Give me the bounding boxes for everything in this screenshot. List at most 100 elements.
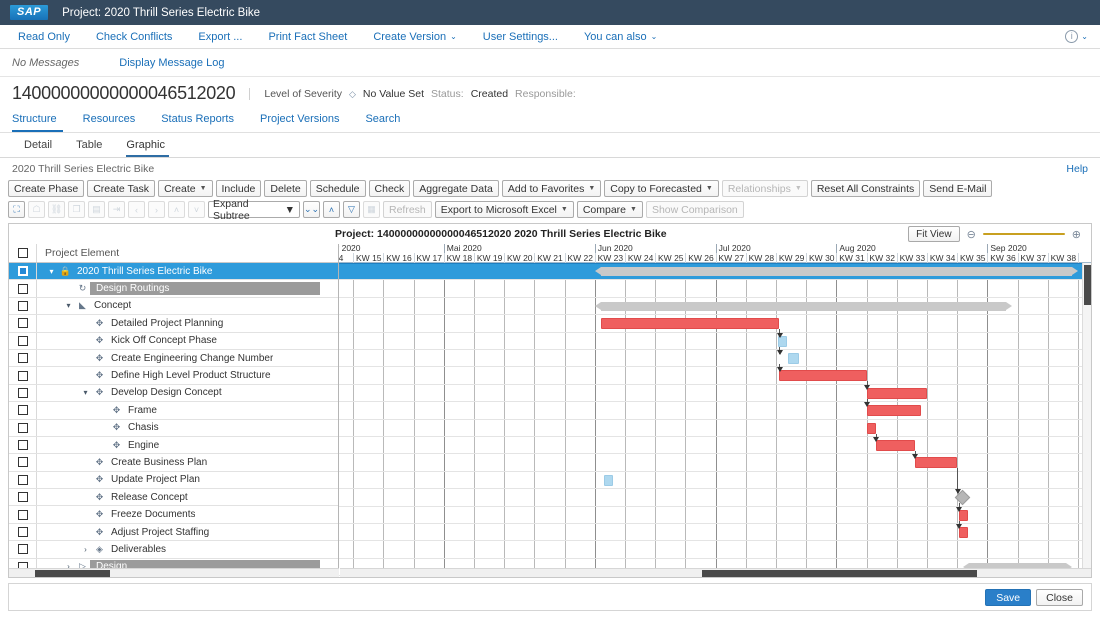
gantt-bar[interactable] bbox=[876, 440, 915, 451]
help-link[interactable]: Help bbox=[1066, 163, 1088, 175]
row-select-cell[interactable] bbox=[9, 402, 37, 418]
include-button[interactable]: Include bbox=[216, 180, 262, 197]
fullscreen-icon[interactable]: ⛶ bbox=[8, 201, 25, 218]
reset-all-constraints-button[interactable]: Reset All Constraints bbox=[811, 180, 920, 197]
aggregate-data-button[interactable]: Aggregate Data bbox=[413, 180, 499, 197]
collapse-all-icon[interactable]: ˄ bbox=[323, 201, 340, 218]
magnifier-minus-icon[interactable]: ⊖ bbox=[967, 228, 976, 241]
row-select-cell[interactable] bbox=[9, 298, 37, 314]
action-you-can-also[interactable]: You can also ⌄ bbox=[584, 31, 671, 43]
gantt-bar[interactable] bbox=[788, 353, 799, 364]
row-select-cell[interactable] bbox=[9, 333, 37, 349]
close-button[interactable]: Close bbox=[1036, 589, 1083, 606]
row-select-cell[interactable] bbox=[9, 489, 37, 505]
schedule-button[interactable]: Schedule bbox=[310, 180, 366, 197]
action-export[interactable]: Export ... bbox=[198, 31, 256, 43]
tree-hscroll-thumb[interactable] bbox=[35, 570, 110, 577]
row-checkbox[interactable] bbox=[18, 510, 28, 520]
gantt-bar[interactable] bbox=[601, 318, 779, 329]
select-all-checkbox[interactable] bbox=[18, 248, 28, 258]
vertical-scrollbar[interactable] bbox=[1082, 263, 1091, 568]
row-select-cell[interactable] bbox=[9, 437, 37, 453]
action-create-version[interactable]: Create Version ⌄ bbox=[373, 31, 470, 43]
table-row[interactable]: ✥Engine bbox=[9, 437, 338, 454]
table-row[interactable]: ✥Define High Level Product Structure bbox=[9, 367, 338, 384]
vertical-scrollbar-thumb[interactable] bbox=[1084, 265, 1091, 305]
zoom-slider[interactable] bbox=[983, 233, 1065, 235]
tab-project-versions[interactable]: Project Versions bbox=[260, 110, 353, 132]
action-print-fact-sheet[interactable]: Print Fact Sheet bbox=[268, 31, 361, 43]
table-row[interactable]: ✥Create Business Plan bbox=[9, 454, 338, 471]
gantt-bar[interactable] bbox=[604, 475, 613, 486]
send-email-button[interactable]: Send E-Mail bbox=[923, 180, 992, 197]
table-row[interactable]: ✥Release Concept bbox=[9, 489, 338, 506]
save-button[interactable]: Save bbox=[985, 589, 1031, 606]
table-row[interactable]: ↻Design Routings bbox=[9, 280, 338, 297]
compare-button[interactable]: Compare▼ bbox=[577, 201, 643, 218]
row-select-cell[interactable] bbox=[9, 315, 37, 331]
help-info-icon[interactable]: i bbox=[1065, 30, 1078, 43]
row-checkbox[interactable] bbox=[18, 284, 28, 294]
table-row[interactable]: ✥Update Project Plan bbox=[9, 472, 338, 489]
row-select-cell[interactable] bbox=[9, 524, 37, 540]
table-row[interactable]: ✥Kick Off Concept Phase bbox=[9, 333, 338, 350]
row-checkbox[interactable] bbox=[18, 492, 28, 502]
filter-icon[interactable]: ▽ bbox=[343, 201, 360, 218]
row-checkbox[interactable] bbox=[18, 301, 28, 311]
action-user-settings[interactable]: User Settings... bbox=[483, 31, 572, 43]
table-row[interactable]: ▾✥Develop Design Concept bbox=[9, 385, 338, 402]
row-checkbox[interactable] bbox=[18, 544, 28, 554]
row-select-cell[interactable] bbox=[9, 263, 37, 279]
row-select-cell[interactable] bbox=[9, 541, 37, 557]
row-select-cell[interactable] bbox=[9, 506, 37, 522]
row-checkbox[interactable] bbox=[18, 527, 28, 537]
table-row[interactable]: ✥Freeze Documents bbox=[9, 506, 338, 523]
tab-detail[interactable]: Detail bbox=[24, 137, 64, 157]
chart-horizontal-scrollbar[interactable] bbox=[340, 568, 1091, 577]
expand-all-icon[interactable]: ⌄⌄ bbox=[303, 201, 320, 218]
table-row[interactable]: ›◈Deliverables bbox=[9, 541, 338, 558]
row-checkbox[interactable] bbox=[18, 266, 28, 276]
row-checkbox[interactable] bbox=[18, 405, 28, 415]
chart-hscroll-thumb[interactable] bbox=[702, 570, 977, 577]
add-to-favorites-button[interactable]: Add to Favorites▼ bbox=[502, 180, 601, 197]
chevron-down-icon[interactable]: ⌄ bbox=[1081, 32, 1088, 41]
tree-horizontal-scrollbar[interactable] bbox=[9, 568, 339, 577]
table-row[interactable]: ✥Chasis bbox=[9, 420, 338, 437]
gantt-bar[interactable] bbox=[867, 423, 876, 434]
gantt-bar[interactable] bbox=[601, 302, 1006, 311]
row-select-cell[interactable] bbox=[9, 350, 37, 366]
row-checkbox[interactable] bbox=[18, 440, 28, 450]
table-row[interactable]: ✥Frame bbox=[9, 402, 338, 419]
row-checkbox[interactable] bbox=[18, 371, 28, 381]
gantt-bar[interactable] bbox=[779, 370, 867, 381]
action-check-conflicts[interactable]: Check Conflicts bbox=[96, 31, 186, 43]
gantt-bar[interactable] bbox=[601, 267, 1072, 276]
table-row[interactable]: ▾◣Concept bbox=[9, 298, 338, 315]
row-select-cell[interactable] bbox=[9, 367, 37, 383]
action-read-only[interactable]: Read Only bbox=[18, 31, 84, 43]
row-checkbox[interactable] bbox=[18, 423, 28, 433]
tab-resources[interactable]: Resources bbox=[83, 110, 150, 132]
row-checkbox[interactable] bbox=[18, 336, 28, 346]
display-message-log-link[interactable]: Display Message Log bbox=[119, 57, 224, 69]
table-row[interactable]: ✥Create Engineering Change Number bbox=[9, 350, 338, 367]
table-row[interactable]: ✥Detailed Project Planning bbox=[9, 315, 338, 332]
chevron-right-icon[interactable]: › bbox=[79, 545, 92, 554]
create-task-button[interactable]: Create Task bbox=[87, 180, 155, 197]
table-row[interactable]: ✥Adjust Project Staffing bbox=[9, 524, 338, 541]
row-checkbox[interactable] bbox=[18, 457, 28, 467]
tab-table[interactable]: Table bbox=[76, 137, 114, 157]
expand-subtree-select[interactable]: Expand Subtree ▼ bbox=[208, 201, 300, 218]
gantt-bar[interactable] bbox=[915, 457, 957, 468]
tab-graphic[interactable]: Graphic bbox=[126, 137, 169, 157]
create-menu-button[interactable]: Create▼ bbox=[158, 180, 212, 197]
fit-view-button[interactable]: Fit View bbox=[908, 226, 959, 242]
row-select-cell[interactable] bbox=[9, 454, 37, 470]
select-all-cell[interactable] bbox=[9, 244, 37, 262]
tab-structure[interactable]: Structure bbox=[12, 110, 63, 132]
gantt-bar[interactable] bbox=[867, 388, 927, 399]
check-button[interactable]: Check bbox=[369, 180, 411, 197]
chevron-down-icon[interactable]: ▾ bbox=[79, 388, 92, 397]
copy-to-forecasted-button[interactable]: Copy to Forecasted▼ bbox=[604, 180, 719, 197]
